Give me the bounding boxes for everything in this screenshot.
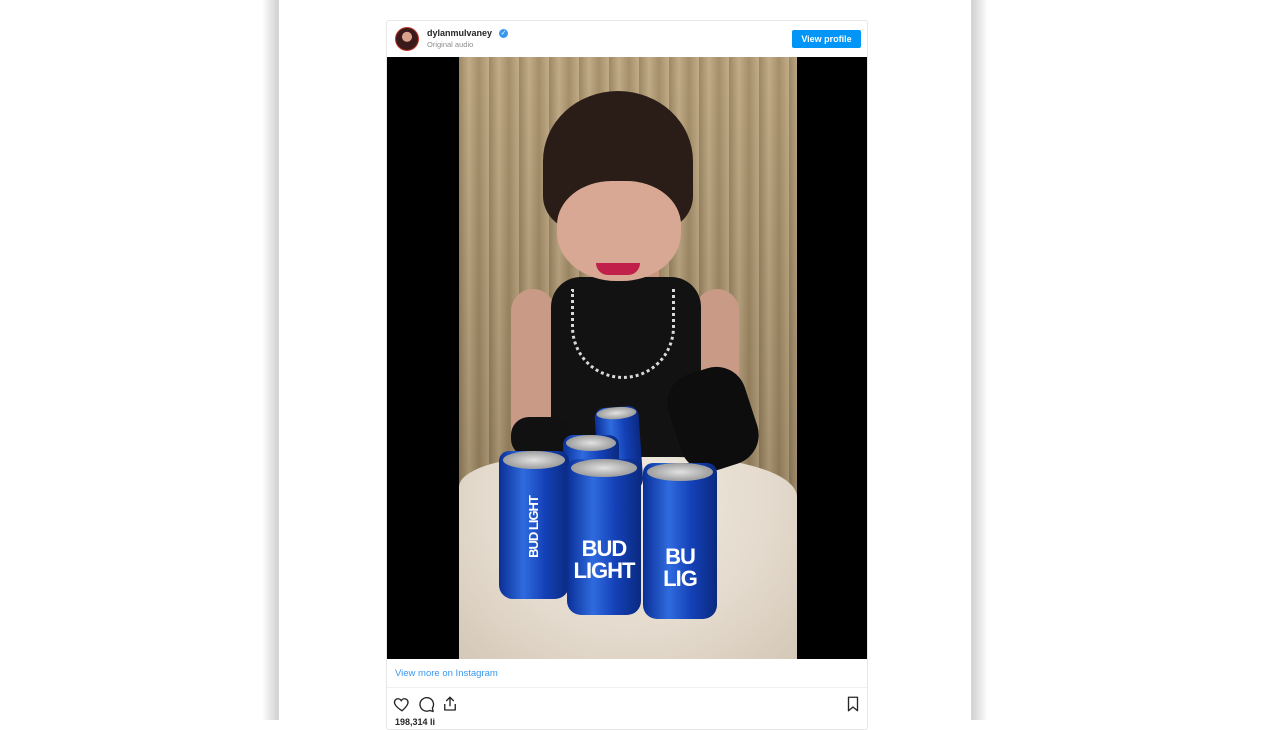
- beer-can-right: BU LIG: [643, 463, 717, 619]
- page-shadow-right: [972, 0, 988, 720]
- beer-can-left: BUD LIGHT: [499, 451, 569, 599]
- can-label-right-line1: BU: [665, 544, 696, 569]
- username[interactable]: dylanmulvaney: [427, 28, 492, 38]
- divider: [387, 687, 867, 688]
- view-more-on-instagram-link[interactable]: View more on Instagram: [395, 668, 498, 679]
- post-media[interactable]: BUD LIGHT BU LIG BUD LIGHT: [387, 57, 867, 659]
- can-lid: [647, 463, 713, 481]
- bookmark-icon[interactable]: [844, 695, 862, 713]
- video-frame[interactable]: BUD LIGHT BU LIG BUD LIGHT: [459, 57, 797, 659]
- can-lid: [571, 459, 637, 477]
- page-shadow-left: [262, 0, 278, 720]
- likes-count[interactable]: 198,314 li: [395, 717, 435, 727]
- can-label-front-line1: BUD: [581, 536, 628, 561]
- share-icon[interactable]: [441, 695, 459, 713]
- can-lid: [566, 435, 616, 451]
- view-profile-button[interactable]: View profile: [792, 30, 861, 48]
- instagram-embed: dylanmulvaney ✓ Original audio View prof…: [386, 20, 868, 730]
- verified-badge-icon: ✓: [499, 29, 508, 38]
- beer-can-front: BUD LIGHT: [567, 459, 641, 615]
- heart-icon[interactable]: [393, 695, 411, 713]
- can-label-right-line2: LIG: [663, 566, 698, 591]
- comment-bubble-icon[interactable]: [417, 695, 435, 713]
- can-label-front-line2: LIGHT: [573, 558, 636, 583]
- audio-subtitle[interactable]: Original audio: [427, 40, 473, 49]
- avatar[interactable]: [395, 27, 419, 51]
- smile: [596, 263, 640, 275]
- can-label-side: BUD LIGHT: [526, 496, 541, 558]
- post-header: dylanmulvaney ✓ Original audio View prof…: [387, 21, 867, 57]
- can-lid: [596, 405, 637, 421]
